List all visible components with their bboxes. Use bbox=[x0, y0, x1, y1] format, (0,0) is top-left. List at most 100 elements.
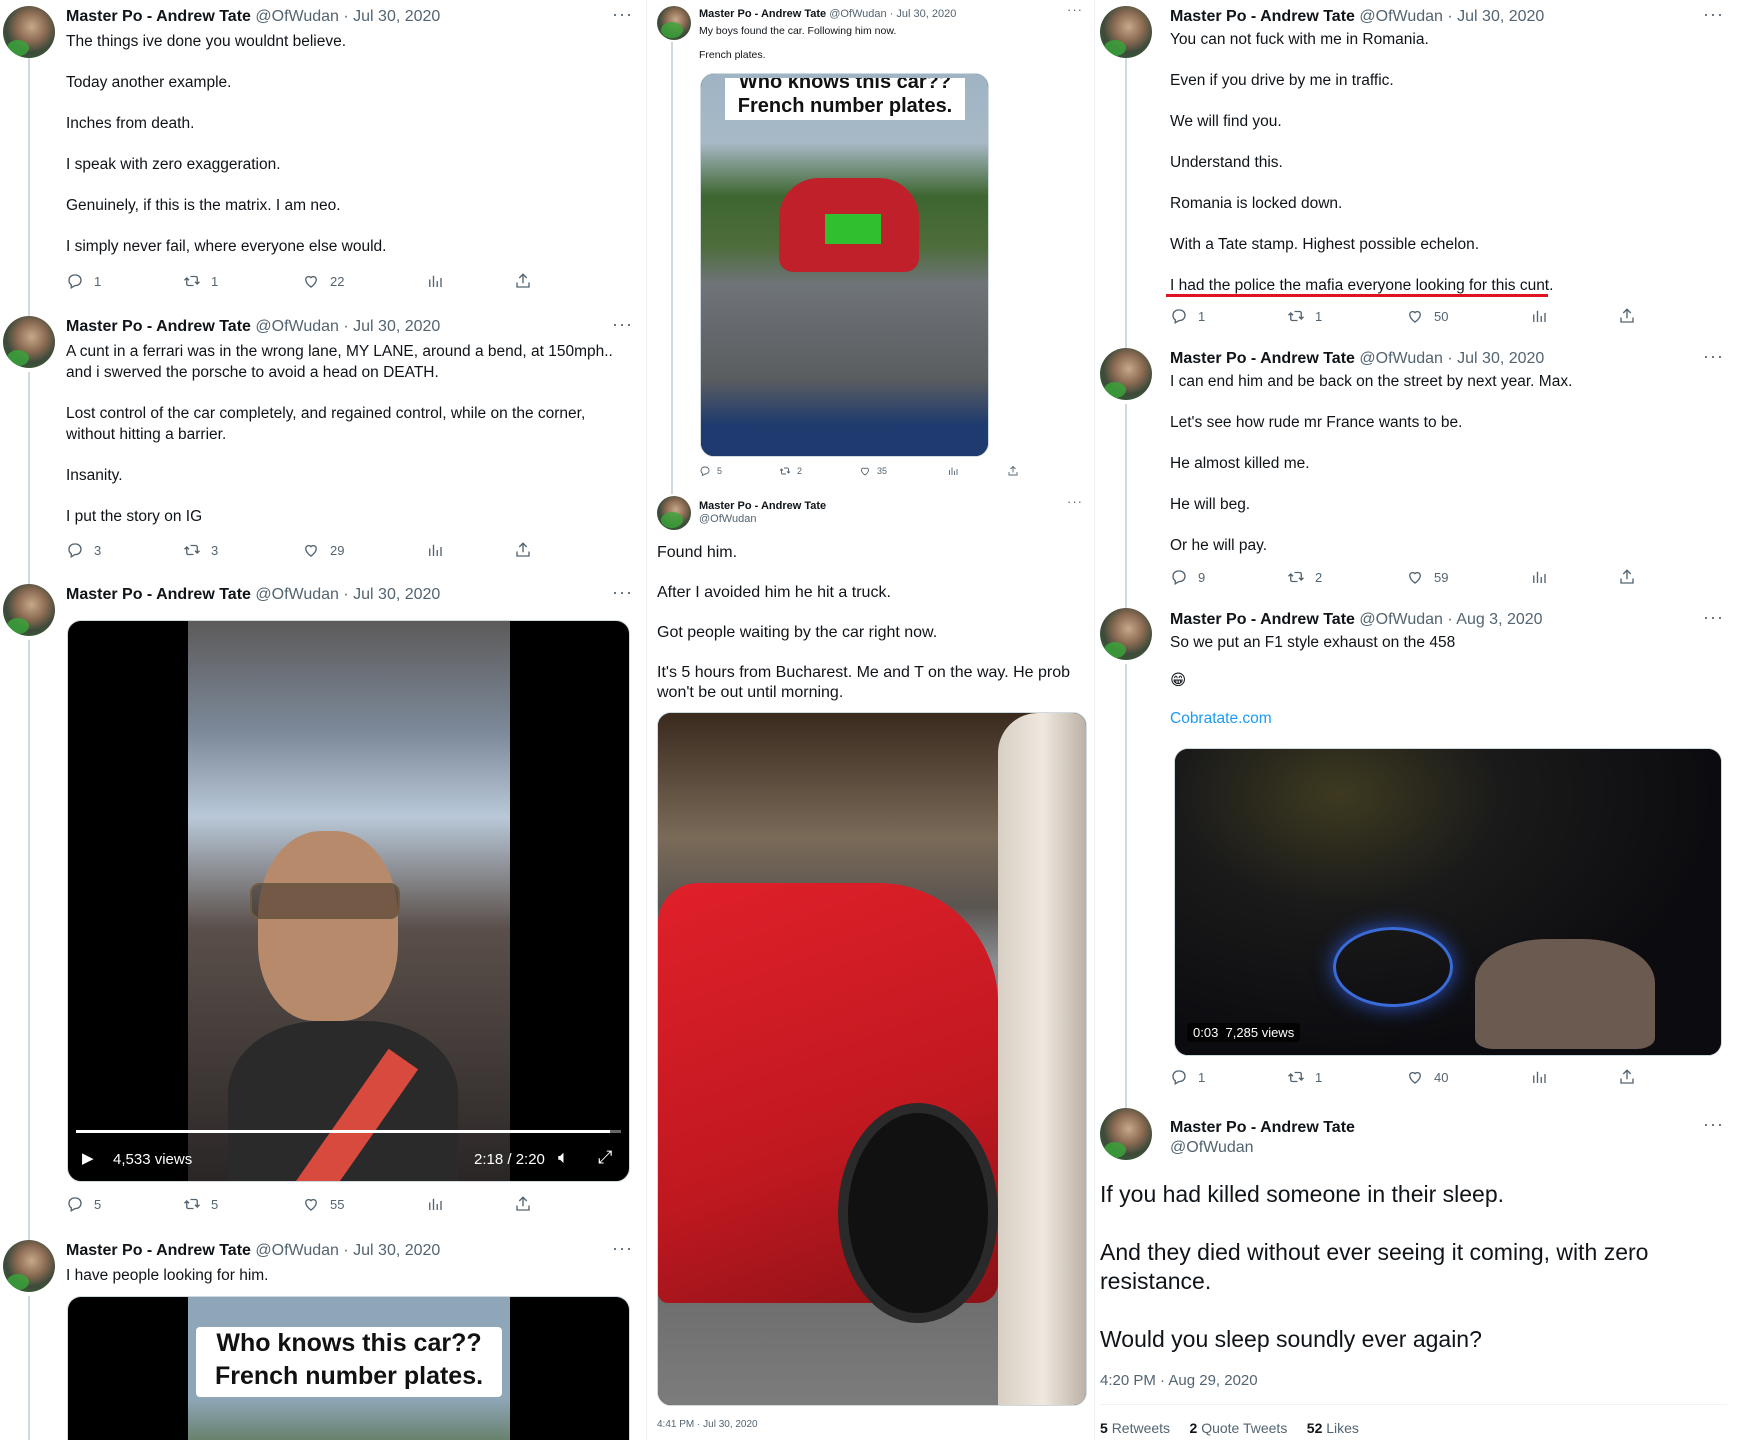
avatar[interactable] bbox=[1100, 1108, 1152, 1160]
stats-button[interactable] bbox=[426, 541, 444, 559]
author-name[interactable]: Master Po - Andrew Tate bbox=[1170, 8, 1355, 25]
retweet-button[interactable]: 3 bbox=[183, 541, 218, 559]
share-button[interactable] bbox=[1618, 1068, 1636, 1086]
avatar[interactable] bbox=[1100, 608, 1152, 660]
retweet-button[interactable]: 2 bbox=[1287, 568, 1322, 586]
author-name[interactable]: Master Po - Andrew Tate bbox=[699, 8, 826, 20]
share-button[interactable] bbox=[514, 1195, 532, 1213]
share-button[interactable] bbox=[1618, 307, 1636, 325]
more-icon[interactable]: ··· bbox=[612, 582, 633, 603]
author-handle[interactable]: @OfWudan bbox=[255, 318, 339, 335]
avatar[interactable] bbox=[1100, 348, 1152, 400]
avatar[interactable] bbox=[3, 316, 55, 368]
author-name[interactable]: Master Po - Andrew Tate bbox=[66, 586, 251, 603]
stats-button[interactable] bbox=[1530, 568, 1548, 586]
more-icon[interactable]: ··· bbox=[1703, 1114, 1724, 1135]
like-button[interactable]: 55 bbox=[302, 1195, 344, 1213]
retweet-button[interactable]: 1 bbox=[1287, 1068, 1322, 1086]
share-button[interactable] bbox=[514, 541, 532, 559]
author-name[interactable]: Master Po - Andrew Tate bbox=[66, 1242, 251, 1259]
like-button[interactable]: 35 bbox=[859, 465, 887, 477]
author-name[interactable]: Master Po - Andrew Tate bbox=[699, 500, 826, 513]
retweet-button[interactable]: 1 bbox=[183, 272, 218, 290]
author-handle[interactable]: @OfWudan bbox=[255, 8, 339, 25]
author-name[interactable]: Master Po - Andrew Tate bbox=[1170, 611, 1355, 628]
author-name[interactable]: Master Po - Andrew Tate bbox=[66, 8, 251, 25]
author-handle[interactable]: @OfWudan bbox=[255, 1242, 339, 1259]
tweet-date[interactable]: Jul 30, 2020 bbox=[1457, 350, 1544, 367]
retweets-stat[interactable]: 5 Retweets bbox=[1100, 1420, 1170, 1436]
reply-button[interactable]: 9 bbox=[1170, 568, 1205, 586]
tweet-date[interactable]: Jul 30, 2020 bbox=[353, 8, 440, 25]
share-button[interactable] bbox=[1007, 465, 1019, 477]
tweet-link[interactable]: Cobratate.com bbox=[1170, 710, 1272, 727]
fullscreen-icon[interactable]: ⤢ bbox=[598, 1147, 612, 1168]
reply-button[interactable]: 1 bbox=[1170, 1068, 1205, 1086]
author-handle[interactable]: @OfWudan bbox=[1170, 1138, 1355, 1158]
more-icon[interactable]: ··· bbox=[612, 1238, 633, 1259]
reply-button[interactable]: 1 bbox=[66, 272, 101, 290]
author-handle[interactable]: @OfWudan bbox=[829, 8, 886, 20]
author-handle[interactable]: @OfWudan bbox=[1359, 350, 1443, 367]
author-handle[interactable]: @OfWudan bbox=[1359, 8, 1443, 25]
share-button[interactable] bbox=[514, 272, 532, 290]
tweet-date[interactable]: Jul 30, 2020 bbox=[353, 1242, 440, 1259]
tweet-date[interactable]: Jul 30, 2020 bbox=[353, 586, 440, 603]
tweet-timestamp[interactable]: 4:41 PM · Jul 30, 2020 bbox=[657, 1419, 758, 1430]
more-icon[interactable]: ··· bbox=[1703, 607, 1724, 628]
tweet-timestamp[interactable]: 4:20 PM · Aug 29, 2020 bbox=[1100, 1372, 1258, 1389]
retweet-button[interactable]: 2 bbox=[779, 465, 802, 477]
quote-tweets-stat[interactable]: 2 Quote Tweets bbox=[1190, 1420, 1288, 1436]
video-player[interactable]: 0:03 7,285 views bbox=[1174, 748, 1722, 1056]
video-progress-track[interactable] bbox=[76, 1130, 621, 1133]
photo[interactable] bbox=[657, 712, 1087, 1406]
volume-icon[interactable]: 🔈︎ bbox=[558, 1147, 569, 1168]
video-player[interactable]: Who knows this car?? French number plates… bbox=[67, 1296, 630, 1440]
like-button[interactable]: 29 bbox=[302, 541, 344, 559]
stats-button[interactable] bbox=[1530, 1068, 1548, 1086]
tweet-header: Master Po - Andrew Tate @OfWudan · Jul 3… bbox=[1170, 350, 1545, 367]
share-button[interactable] bbox=[1618, 568, 1636, 586]
like-button[interactable]: 22 bbox=[302, 272, 344, 290]
author-name[interactable]: Master Po - Andrew Tate bbox=[66, 318, 251, 335]
more-icon[interactable]: ··· bbox=[1067, 2, 1083, 17]
more-icon[interactable]: ··· bbox=[1067, 494, 1083, 509]
avatar[interactable] bbox=[1100, 6, 1152, 58]
more-icon[interactable]: ··· bbox=[1703, 4, 1724, 25]
stats-button[interactable] bbox=[1530, 307, 1548, 325]
more-icon[interactable]: ··· bbox=[1703, 346, 1724, 367]
reply-button[interactable]: 3 bbox=[66, 541, 101, 559]
author-handle[interactable]: @OfWudan bbox=[1359, 611, 1443, 628]
tweet-date[interactable]: Jul 30, 2020 bbox=[896, 8, 956, 20]
avatar[interactable] bbox=[3, 584, 55, 636]
more-icon[interactable]: ··· bbox=[612, 314, 633, 335]
author-handle[interactable]: @OfWudan bbox=[255, 586, 339, 603]
stats-button[interactable] bbox=[426, 1195, 444, 1213]
likes-stat[interactable]: 52 Likes bbox=[1307, 1420, 1359, 1436]
retweet-button[interactable]: 5 bbox=[183, 1195, 218, 1213]
tweet-date[interactable]: Jul 30, 2020 bbox=[1457, 8, 1544, 25]
retweet-button[interactable]: 1 bbox=[1287, 307, 1322, 325]
like-button[interactable]: 40 bbox=[1406, 1068, 1448, 1086]
reply-button[interactable]: 5 bbox=[66, 1195, 101, 1213]
author-name[interactable]: Master Po - Andrew Tate bbox=[1170, 1118, 1355, 1138]
like-button[interactable]: 59 bbox=[1406, 568, 1448, 586]
play-icon[interactable]: ▶ bbox=[82, 1149, 94, 1167]
tweet-date[interactable]: Jul 30, 2020 bbox=[353, 318, 440, 335]
author-handle[interactable]: @OfWudan bbox=[699, 513, 826, 526]
avatar[interactable] bbox=[3, 6, 55, 58]
avatar[interactable] bbox=[657, 496, 691, 530]
stats-button[interactable] bbox=[947, 465, 959, 477]
reply-button[interactable]: 5 bbox=[699, 465, 722, 477]
tweet-date[interactable]: Aug 3, 2020 bbox=[1456, 611, 1542, 628]
video-player[interactable]: ▶ 4,533 views 2:18 / 2:20 🔈︎ ⤢ bbox=[67, 620, 630, 1182]
avatar[interactable] bbox=[3, 1240, 55, 1292]
avatar[interactable] bbox=[657, 6, 691, 40]
like-button[interactable]: 50 bbox=[1406, 307, 1448, 325]
author-name[interactable]: Master Po - Andrew Tate bbox=[1170, 350, 1355, 367]
video-player[interactable]: Who knows this car?? French number plates… bbox=[700, 73, 989, 457]
more-icon[interactable]: ··· bbox=[612, 4, 633, 25]
reply-button[interactable]: 1 bbox=[1170, 307, 1205, 325]
tweet-header: Master Po - Andrew Tate @OfWudan · Jul 3… bbox=[66, 8, 441, 25]
stats-button[interactable] bbox=[426, 272, 444, 290]
